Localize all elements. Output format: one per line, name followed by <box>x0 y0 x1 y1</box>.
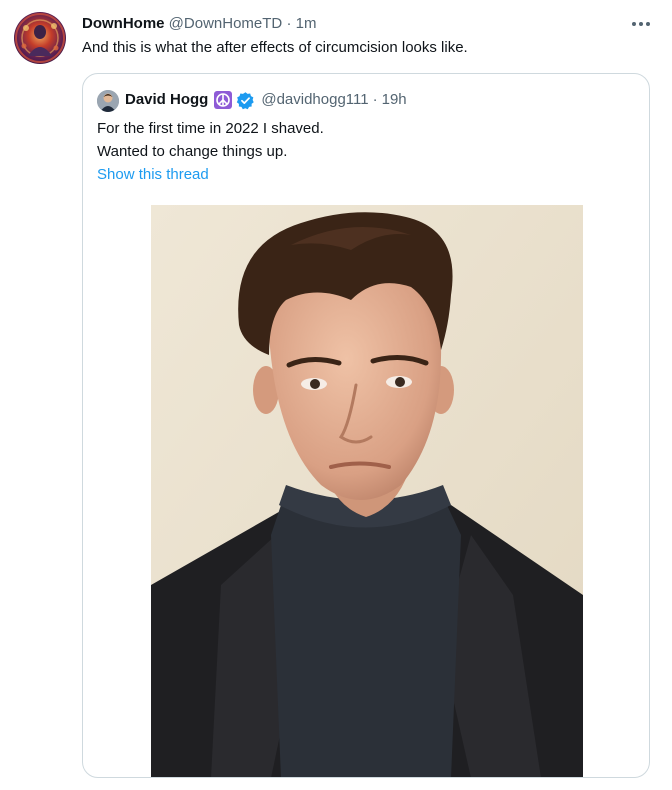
tweet-text: And this is what the after effects of ci… <box>82 39 468 56</box>
quoted-tweet-header: David Hogg @davidhogg111 · 19h <box>125 89 407 111</box>
tweet-time[interactable]: 1m <box>296 15 317 32</box>
show-thread-link[interactable]: Show this thread <box>97 165 209 185</box>
quoted-tweet-card[interactable]: David Hogg @davidhogg111 · 19h For the f… <box>82 73 650 778</box>
quoted-tweet-line: Wanted to change things up. <box>97 143 288 160</box>
tweet[interactable]: DownHome @DownHomeTD · 1m And this is wh… <box>0 0 672 790</box>
author-handle[interactable]: @DownHomeTD <box>169 15 283 32</box>
quoted-author-name: David Hogg <box>125 91 209 108</box>
quoted-tweet-photo[interactable] <box>151 205 583 777</box>
peace-symbol-icon <box>214 91 233 109</box>
quoted-time-separator: · <box>372 91 378 108</box>
tweet-header: DownHome @DownHomeTD · 1m <box>82 14 316 34</box>
quoted-author-avatar <box>97 90 119 112</box>
quoted-author-handle: @davidhogg111 <box>261 91 369 108</box>
time-separator: · <box>286 15 292 32</box>
verified-badge-icon <box>236 91 255 110</box>
quoted-tweet-line: For the first time in 2022 I shaved. <box>97 120 324 137</box>
author-name[interactable]: DownHome <box>82 15 165 32</box>
quoted-tweet-time: 19h <box>381 91 407 108</box>
more-horizontal-icon[interactable] <box>628 12 654 36</box>
quoted-tweet-text: For the first time in 2022 I shaved. Wan… <box>97 117 324 163</box>
author-avatar[interactable] <box>14 12 66 64</box>
